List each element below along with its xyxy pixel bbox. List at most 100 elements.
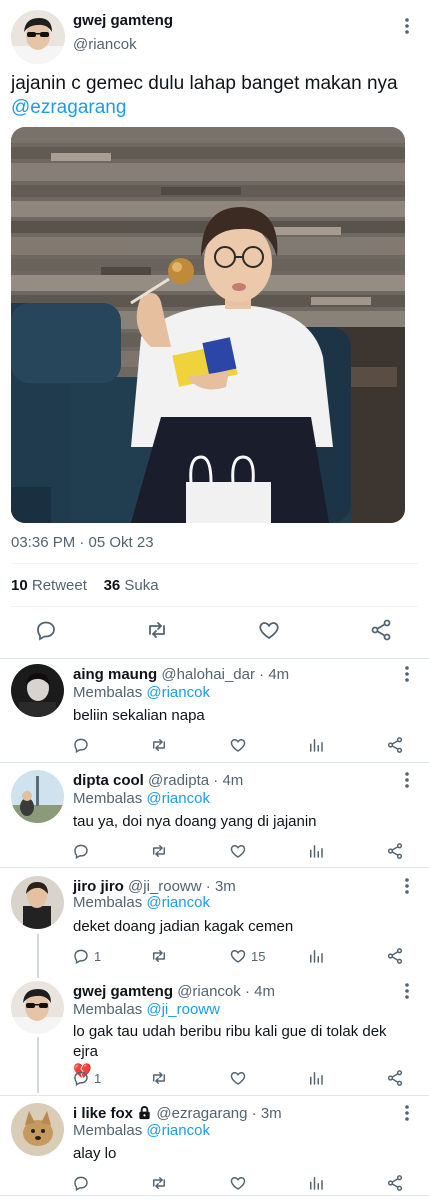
main-author-avatar[interactable]	[11, 10, 65, 64]
divider	[0, 658, 429, 659]
more-vertical-icon[interactable]	[397, 981, 417, 1001]
like-button[interactable]: 15	[229, 946, 265, 966]
divider	[0, 762, 429, 763]
reply-text: tau ya, doi nya doang yang di jajanin	[73, 813, 317, 830]
replying-to: Membalas @ji_rooww	[73, 1001, 220, 1018]
reply-icon	[74, 1176, 88, 1191]
share-icon	[387, 1175, 403, 1191]
reply-count: 1	[94, 1070, 102, 1086]
retweet-icon	[153, 1177, 165, 1189]
reply-author-handle[interactable]: @ji_rooww	[128, 878, 202, 895]
replying-to: Membalas @riancok	[73, 790, 210, 807]
reply-tweet[interactable]: gwej gamteng @riancok · 4m Membalas @ji_…	[0, 981, 429, 1093]
main-author-name[interactable]: gwej gamteng	[73, 12, 173, 29]
tweet-stats: 10 Retweet 36 Suka	[11, 577, 159, 594]
like-button[interactable]	[229, 735, 251, 755]
like-button[interactable]	[229, 1173, 251, 1193]
replying-label: Membalas	[73, 790, 143, 807]
share-button[interactable]	[386, 841, 404, 861]
reply-tweet[interactable]: dipta cool @radipta · 4m Membalas @rianc…	[0, 770, 429, 870]
retweet-stat[interactable]: 10 Retweet	[11, 577, 87, 594]
replying-to-link[interactable]: @riancok	[146, 1122, 210, 1139]
reply-age[interactable]: 4m	[222, 772, 243, 789]
reply-header: aing maung @halohai_dar · 4m	[73, 666, 290, 683]
reply-author-name[interactable]: dipta cool	[73, 772, 144, 789]
replying-to-link[interactable]: @riancok	[146, 790, 210, 807]
retweet-icon[interactable]	[145, 618, 171, 644]
reply-tweet[interactable]: aing maung @halohai_dar · 4m Membalas @r…	[0, 664, 429, 764]
reply-author-name[interactable]: gwej gamteng	[73, 983, 173, 1000]
share-button[interactable]	[386, 735, 404, 755]
reply-tweet[interactable]: jiro jiro @ji_rooww · 3m Membalas @rianc…	[0, 876, 429, 978]
like-button[interactable]	[229, 1068, 251, 1088]
reply-action-bar	[0, 1173, 429, 1193]
retweet-count: 10	[11, 577, 28, 594]
views-button[interactable]	[307, 946, 325, 966]
tweet-photo[interactable]	[11, 127, 405, 523]
reply-author-name[interactable]: aing maung	[73, 666, 157, 683]
retweet-button[interactable]	[150, 1173, 168, 1193]
share-button[interactable]	[386, 946, 404, 966]
retweet-icon	[153, 950, 165, 962]
more-vertical-icon[interactable]	[397, 1103, 417, 1123]
share-button[interactable]	[386, 1068, 404, 1088]
reply-author-avatar[interactable]	[11, 1103, 64, 1156]
replying-to-link[interactable]: @ji_rooww	[146, 1001, 220, 1018]
reply-age[interactable]: 3m	[215, 878, 236, 895]
reply-author-avatar[interactable]	[11, 770, 64, 823]
more-vertical-icon[interactable]	[397, 664, 417, 684]
more-vertical-icon[interactable]	[397, 876, 417, 896]
retweet-button[interactable]	[150, 735, 168, 755]
reply-age[interactable]: 3m	[261, 1105, 282, 1122]
reply-button[interactable]	[72, 841, 94, 861]
retweet-button[interactable]	[150, 1068, 168, 1088]
reply-body: lo gak tau udah beribu ribu kali gue di …	[73, 1023, 387, 1060]
reply-action-bar	[0, 735, 429, 755]
mention-link[interactable]: @ezragarang	[11, 97, 126, 118]
reply-author-avatar[interactable]	[11, 981, 64, 1034]
reply-author-handle[interactable]: @radipta	[148, 772, 209, 789]
reply-button[interactable]: 1	[72, 1068, 101, 1088]
reply-age[interactable]: 4m	[254, 983, 275, 1000]
divider	[0, 1195, 429, 1196]
retweet-button[interactable]	[150, 946, 168, 966]
reply-button[interactable]	[72, 735, 94, 755]
more-vertical-icon[interactable]	[397, 770, 417, 790]
like-button[interactable]	[229, 841, 251, 861]
reply-author-handle[interactable]: @ezragarang	[156, 1105, 247, 1122]
share-icon[interactable]	[369, 618, 395, 644]
reply-author-avatar[interactable]	[11, 876, 64, 929]
reply-icon[interactable]	[34, 618, 60, 644]
replying-label: Membalas	[73, 1122, 143, 1139]
views-button[interactable]	[307, 1068, 325, 1088]
lock-icon	[137, 1105, 152, 1120]
main-author-handle[interactable]: @riancok	[73, 36, 137, 53]
retweet-button[interactable]	[150, 841, 168, 861]
tweet-timestamp[interactable]: 03:36 PM · 05 Okt 23	[11, 534, 154, 551]
replying-to-link[interactable]: @riancok	[146, 894, 210, 911]
reply-author-avatar[interactable]	[11, 664, 64, 717]
reply-author-name[interactable]: i like fox	[73, 1105, 133, 1122]
views-button[interactable]	[307, 1173, 325, 1193]
reply-author-name[interactable]: jiro jiro	[73, 878, 124, 895]
like-icon[interactable]	[257, 618, 283, 644]
reply-button[interactable]: 1	[72, 946, 101, 966]
replying-to-link[interactable]: @riancok	[146, 684, 210, 701]
reply-header: dipta cool @radipta · 4m	[73, 772, 244, 789]
replying-label: Membalas	[73, 684, 143, 701]
reply-count: 1	[94, 948, 102, 964]
main-action-bar	[0, 618, 429, 648]
views-button[interactable]	[307, 735, 325, 755]
like-stat[interactable]: 36 Suka	[104, 577, 159, 594]
retweet-icon	[153, 739, 165, 751]
reply-age[interactable]: 4m	[268, 666, 289, 683]
reply-author-handle[interactable]: @halohai_dar	[161, 666, 255, 683]
reply-tweet[interactable]: i like fox @ezragarang · 3m Membalas @ri…	[0, 1103, 429, 1200]
views-icon	[310, 1072, 323, 1085]
share-button[interactable]	[386, 1173, 404, 1193]
more-vertical-icon[interactable]	[397, 16, 417, 36]
reply-button[interactable]	[72, 1173, 94, 1193]
reply-text: deket doang jadian kagak cemen	[73, 918, 294, 935]
reply-author-handle[interactable]: @riancok	[177, 983, 241, 1000]
views-button[interactable]	[307, 841, 325, 861]
